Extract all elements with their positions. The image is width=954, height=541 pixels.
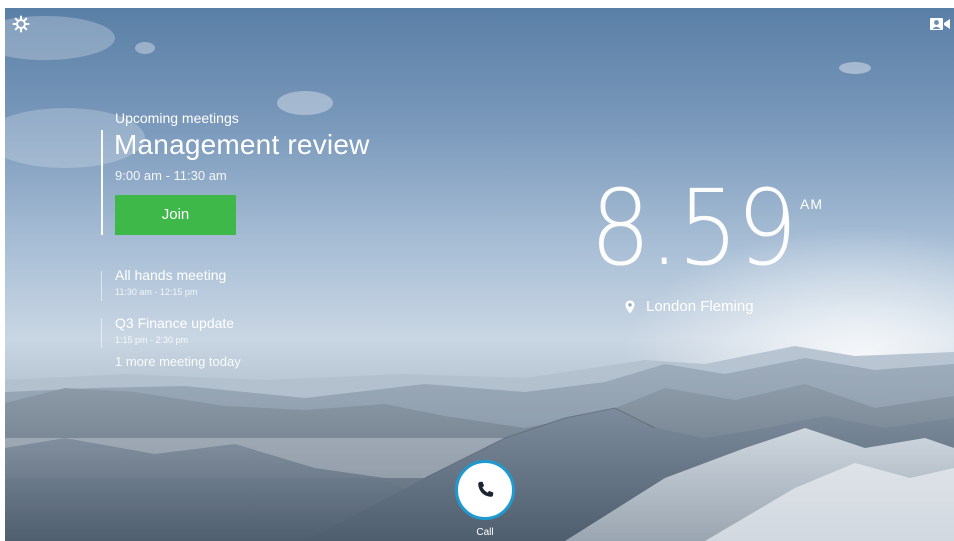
more-meetings-link[interactable]: 1 more meeting today <box>115 354 241 369</box>
meetings-panel: Upcoming meetings Management review 9:00… <box>101 108 421 378</box>
meeting-title[interactable]: All hands meeting <box>115 267 226 283</box>
current-meeting-title: Management review <box>114 129 370 160</box>
settings-button[interactable] <box>11 14 31 34</box>
meeting-time: 11:30 am - 12:15 pm <box>115 287 198 297</box>
join-button[interactable]: Join <box>115 195 236 235</box>
meeting-indicator <box>101 271 102 301</box>
location-name: London Fleming <box>646 298 754 315</box>
clock-time: 8.59 <box>590 167 798 289</box>
home-screen: Upcoming meetings Management review 9:00… <box>5 8 954 541</box>
map-pin-icon <box>625 300 635 313</box>
gear-icon <box>12 15 30 33</box>
phone-icon <box>478 481 494 497</box>
video-camera-icon <box>930 18 950 30</box>
call-label: Call <box>476 527 494 538</box>
location: London Fleming <box>625 298 754 315</box>
selfview-button[interactable] <box>929 16 951 32</box>
current-meeting-time: 9:00 am - 11:30 am <box>115 168 227 183</box>
clock-period: AM <box>800 196 823 212</box>
current-meeting-indicator <box>101 130 103 235</box>
meeting-time: 1:15 pm - 2:30 pm <box>115 335 189 345</box>
call-button[interactable] <box>455 460 515 520</box>
meeting-indicator <box>101 318 102 348</box>
upcoming-meetings-label: Upcoming meetings <box>115 110 239 126</box>
meeting-title[interactable]: Q3 Finance update <box>115 315 234 331</box>
